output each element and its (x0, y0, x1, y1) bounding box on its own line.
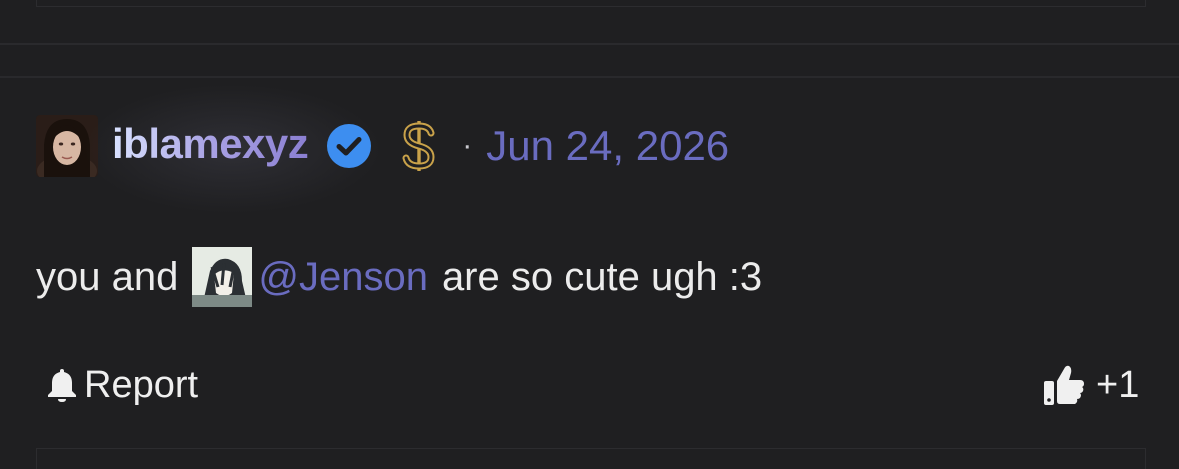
meta-separator: · (462, 129, 473, 162)
report-button[interactable]: Report (46, 362, 198, 408)
comment-footer: Report +1 (0, 362, 1179, 408)
username-wrap: iblamexyz · Jun 24, 2026 (82, 84, 729, 214)
next-comment-card (36, 448, 1146, 469)
user-mention-link[interactable]: @Jenson (258, 255, 428, 300)
verified-check-icon (327, 124, 372, 168)
report-label: Report (84, 363, 199, 406)
comment-date[interactable]: Jun 24, 2026 (486, 125, 729, 167)
mention-avatar (192, 247, 253, 307)
comment-item: iblamexyz · Jun 24, 2026 you and @Jenson… (0, 78, 1179, 455)
previous-comment-card (36, 0, 1146, 7)
like-count: +1 (1096, 363, 1140, 406)
comment-header: iblamexyz · Jun 24, 2026 (36, 84, 729, 214)
comment-body: you and @Jenson are so cute ugh :3 (36, 246, 762, 308)
comment-text-suffix: are so cute ugh :3 (441, 254, 763, 299)
like-button[interactable]: +1 (1042, 362, 1139, 408)
comment-text-prefix: you and (36, 254, 179, 299)
dollar-badge-icon (402, 121, 435, 171)
bell-icon (48, 369, 76, 402)
thumbs-up-icon (1044, 365, 1084, 405)
divider (0, 43, 1179, 45)
avatar[interactable] (36, 115, 98, 177)
username-link[interactable]: iblamexyz (112, 123, 309, 169)
